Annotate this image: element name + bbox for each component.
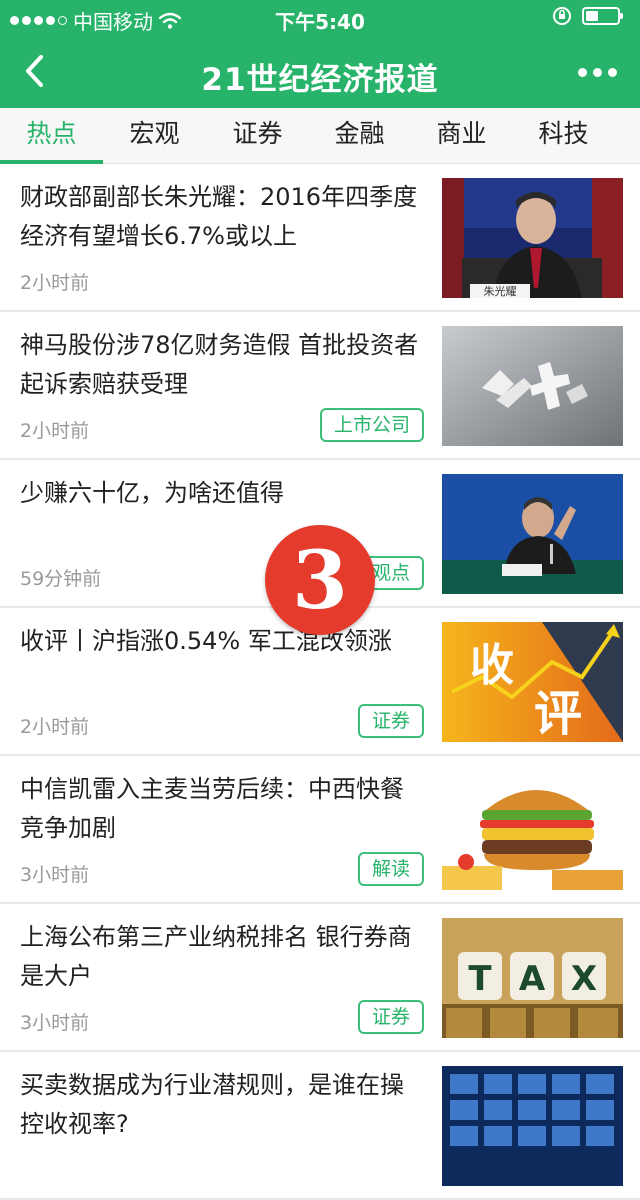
article-thumbnail xyxy=(442,474,623,594)
thumbnail-text: 收 xyxy=(470,640,514,691)
tab-macro[interactable]: 宏观 xyxy=(103,108,206,164)
navigation-bar: 21世纪经济报道 xyxy=(0,36,640,108)
category-tabs: 热点 宏观 证券 金融 商业 科技 xyxy=(0,108,640,164)
more-dot-icon xyxy=(577,67,587,77)
article-thumbnail xyxy=(442,326,623,446)
article-headline: 少赚六十亿，为啥还值得 xyxy=(20,479,284,507)
article-headline: 中信凯雷入主麦当劳后续：中西快餐竞争加剧 xyxy=(20,775,404,842)
thumbnail-text: X xyxy=(571,959,597,999)
article-time: 2小时前 xyxy=(20,716,90,738)
tab-business[interactable]: 商业 xyxy=(410,108,513,164)
thumbnail-text: T xyxy=(468,959,492,999)
tab-finance[interactable]: 金融 xyxy=(308,108,411,164)
article-thumbnail: 朱光耀 xyxy=(442,178,623,298)
article-tag[interactable]: 证券 xyxy=(357,1000,424,1034)
battery-icon xyxy=(582,7,623,25)
article-headline: 财政部副部长朱光耀：2016年四季度经济有望增长6.7%或以上 xyxy=(20,183,418,250)
page-title: 21世纪经济报道 xyxy=(201,62,439,98)
article-item[interactable]: 中信凯雷入主麦当劳后续：中西快餐竞争加剧 3小时前 解读 xyxy=(0,756,640,904)
more-menu-button[interactable] xyxy=(572,54,622,90)
article-item[interactable]: 上海公布第三产业纳税排名 银行券商是大户 3小时前 证券 T A X xyxy=(0,904,640,1052)
thumbnail-caption: 朱光耀 xyxy=(484,284,517,298)
article-thumbnail: 收 评 xyxy=(442,622,623,742)
article-item[interactable]: 财政部副部长朱光耀：2016年四季度经济有望增长6.7%或以上 2小时前 朱光耀 xyxy=(0,164,640,312)
article-thumbnail xyxy=(442,1066,623,1186)
article-time: 59分钟前 xyxy=(20,568,102,590)
status-right xyxy=(552,6,623,26)
article-headline: 收评丨沪指涨0.54% 军工混改领涨 xyxy=(20,627,392,655)
article-time: 2小时前 xyxy=(20,272,90,294)
article-time: 3小时前 xyxy=(20,1012,90,1034)
tab-technology[interactable]: 科技 xyxy=(512,108,615,164)
thumbnail-text: 评 xyxy=(534,686,582,742)
article-item[interactable]: 买卖数据成为行业潜规则，是谁在操控收视率? xyxy=(0,1052,640,1200)
article-tag[interactable]: 证券 xyxy=(357,704,424,738)
status-bar: 中国移动 下午5:40 xyxy=(0,0,640,36)
step-number-badge: 3 xyxy=(265,525,375,635)
article-headline: 神马股份涉78亿财务造假 首批投资者起诉索赔获受理 xyxy=(20,331,419,398)
orientation-lock-icon xyxy=(553,7,571,25)
tab-hot[interactable]: 热点 xyxy=(0,108,103,164)
status-time: 下午5:40 xyxy=(275,10,365,34)
article-tag[interactable]: 解读 xyxy=(357,852,424,886)
article-headline: 买卖数据成为行业潜规则，是谁在操控收视率? xyxy=(20,1071,404,1138)
thumbnail-text: A xyxy=(519,959,546,999)
more-dot-icon xyxy=(592,67,602,77)
article-time: 2小时前 xyxy=(20,420,90,442)
more-dot-icon xyxy=(607,67,617,77)
article-item[interactable]: 神马股份涉78亿财务造假 首批投资者起诉索赔获受理 2小时前 上市公司 xyxy=(0,312,640,460)
article-list: 财政部副部长朱光耀：2016年四季度经济有望增长6.7%或以上 2小时前 朱光耀… xyxy=(0,164,640,1200)
tab-securities[interactable]: 证券 xyxy=(206,108,309,164)
article-headline: 上海公布第三产业纳税排名 银行券商是大户 xyxy=(20,923,412,990)
article-time: 3小时前 xyxy=(20,864,90,886)
article-tag[interactable]: 上市公司 xyxy=(319,408,424,442)
article-thumbnail: T A X xyxy=(442,918,623,1038)
article-thumbnail xyxy=(442,770,623,890)
